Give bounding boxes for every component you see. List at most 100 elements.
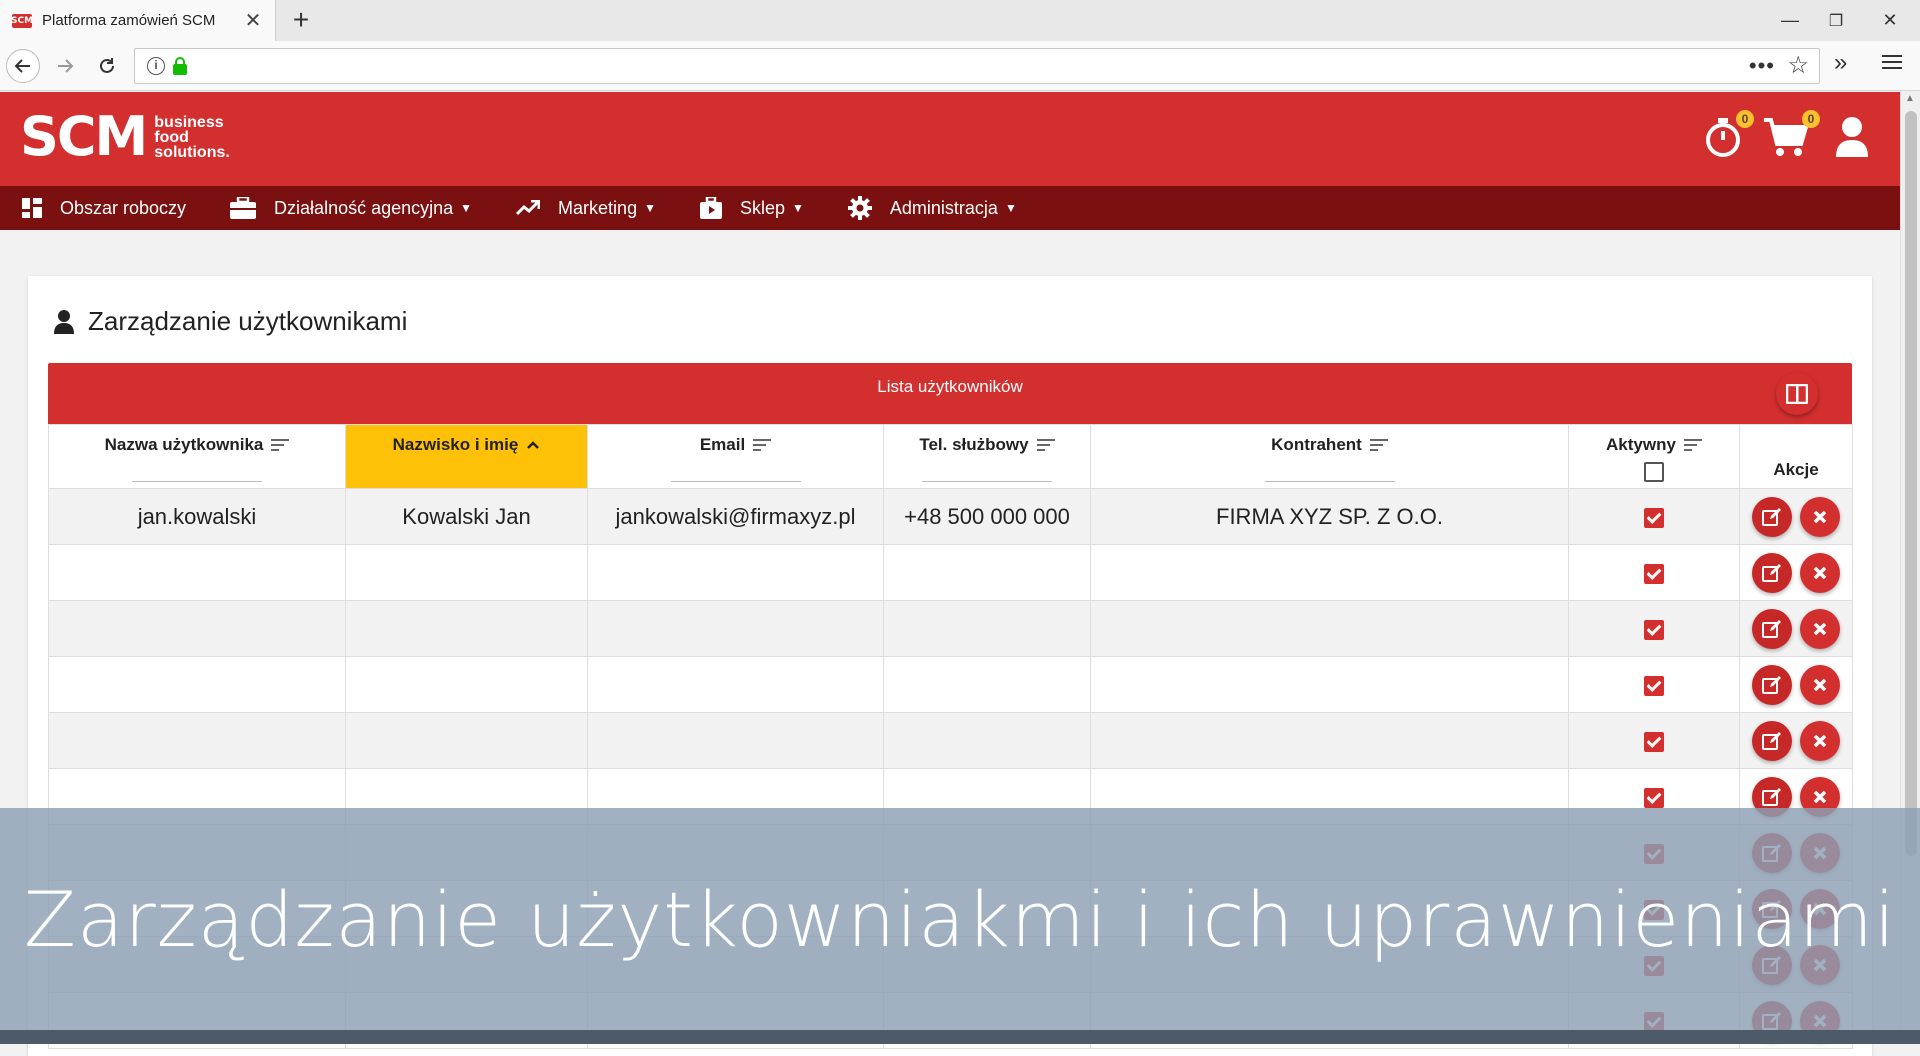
column-header-email[interactable]: Email: [587, 424, 884, 489]
page-actions-icon[interactable]: •••: [1749, 53, 1775, 79]
table-row[interactable]: [48, 656, 1853, 713]
user-icon: [54, 309, 74, 334]
maximize-icon: ❐: [1828, 12, 1844, 30]
cell-phone: +48 500 000 000: [883, 488, 1091, 545]
filter-input[interactable]: [922, 481, 1052, 482]
edit-button[interactable]: [1752, 552, 1792, 593]
scroll-up-icon[interactable]: ▲: [1905, 93, 1915, 104]
tab-close-icon[interactable]: ✕: [243, 8, 263, 33]
app-header: SCM business food solutions. 0 0: [0, 92, 1900, 186]
edit-icon: [1762, 787, 1781, 806]
tab-title: Platforma zamówień SCM: [42, 12, 216, 29]
info-icon[interactable]: i: [147, 57, 165, 75]
edit-button[interactable]: [1752, 496, 1792, 537]
scm-logo[interactable]: SCM business food solutions.: [20, 110, 230, 164]
reload-icon: [100, 58, 114, 73]
delete-button[interactable]: [1800, 664, 1840, 705]
close-icon: [1813, 734, 1827, 747]
scroll-thumb[interactable]: [1905, 111, 1917, 856]
overflow-menu-icon[interactable]: »: [1834, 49, 1847, 77]
cell-actions: [1739, 600, 1853, 657]
cell-active: [1568, 544, 1740, 601]
edit-button[interactable]: [1752, 664, 1792, 705]
table-row[interactable]: jan.kowalski Kowalski Jan jankowalski@firm…: [48, 488, 1853, 545]
menu-item-agency[interactable]: Działalność agencyjna ▼: [208, 186, 494, 230]
active-checkbox[interactable]: [1644, 563, 1664, 584]
close-icon: [1813, 790, 1827, 803]
cell-active: [1568, 712, 1740, 769]
active-checkbox[interactable]: [1644, 787, 1664, 808]
chevron-down-icon: ▼: [460, 201, 473, 215]
edit-icon: [1762, 675, 1781, 694]
table-row[interactable]: [48, 544, 1853, 601]
column-header-username[interactable]: Nazwa użytkownika: [48, 424, 346, 489]
close-icon: [1813, 678, 1827, 691]
filter-input[interactable]: [670, 481, 801, 482]
chevron-down-icon: ▼: [792, 201, 804, 215]
address-bar[interactable]: i ••• ☆: [134, 48, 1820, 84]
active-filter-checkbox[interactable]: [1644, 461, 1664, 482]
briefcase-icon: [230, 197, 257, 219]
cell-company: [1090, 600, 1569, 657]
filter-input[interactable]: [1264, 481, 1395, 482]
cell-company: FIRMA XYZ SP. Z O.O.: [1090, 488, 1569, 545]
cart-badge: 0: [1802, 110, 1820, 128]
active-checkbox[interactable]: [1644, 507, 1664, 528]
delete-button[interactable]: [1800, 608, 1840, 649]
menu-item-shop[interactable]: Sklep ▼: [678, 186, 826, 230]
cell-name: [345, 656, 588, 713]
active-checkbox[interactable]: [1644, 619, 1664, 640]
active-checkbox[interactable]: [1644, 731, 1664, 752]
menu-item-admin[interactable]: Administracja ▼: [826, 186, 1039, 230]
column-header-company[interactable]: Kontrahent: [1090, 424, 1569, 489]
maximize-button[interactable]: ❐: [1808, 0, 1864, 41]
cell-name: [345, 600, 588, 657]
delete-button[interactable]: [1800, 552, 1840, 593]
column-toggle-button[interactable]: [1776, 373, 1818, 415]
column-header-active[interactable]: Aktywny: [1568, 424, 1740, 489]
bookmark-star-icon[interactable]: ☆: [1787, 51, 1809, 80]
cell-phone: [883, 600, 1091, 657]
menu-item-marketing[interactable]: Marketing ▼: [494, 186, 678, 230]
reload-button[interactable]: [90, 49, 124, 83]
timer-badge: 0: [1736, 110, 1754, 128]
gear-icon: [847, 196, 872, 220]
delete-button[interactable]: [1800, 496, 1840, 537]
browser-tab[interactable]: SCM Platforma zamówień SCM ✕: [0, 0, 276, 41]
cell-active: [1568, 656, 1740, 713]
menu-item-workspace[interactable]: Obszar roboczy: [0, 186, 208, 230]
close-icon: ✕: [1882, 10, 1898, 30]
hamburger-menu-icon[interactable]: [1882, 51, 1902, 73]
cell-username: [48, 656, 346, 713]
close-icon: [1813, 510, 1827, 523]
chevron-down-icon: ▼: [1004, 201, 1017, 215]
sort-icon: [1683, 436, 1702, 454]
back-button[interactable]: [6, 49, 40, 83]
active-checkbox[interactable]: [1644, 675, 1664, 696]
cell-email: jankowalski@firmaxyz.pl: [587, 488, 884, 545]
delete-button[interactable]: [1800, 720, 1840, 761]
lock-icon: [173, 57, 187, 75]
forward-button[interactable]: [48, 49, 82, 83]
browser-tab-bar: SCM Platforma zamówień SCM ✕ + — ❐ ✕: [0, 0, 1920, 41]
timer-button[interactable]: 0: [1704, 110, 1754, 163]
cell-name: [345, 712, 588, 769]
column-header-phone[interactable]: Tel. służbowy: [883, 424, 1091, 489]
user-profile-button[interactable]: [1834, 116, 1870, 163]
menu-item-label: Administracja: [889, 197, 998, 218]
filter-input[interactable]: [132, 481, 262, 482]
cell-username: jan.kowalski: [48, 488, 346, 545]
chevron-down-icon: ▼: [644, 201, 656, 215]
table-row[interactable]: [48, 712, 1853, 769]
edit-button[interactable]: [1752, 608, 1792, 649]
edit-button[interactable]: [1752, 720, 1792, 761]
cell-actions: [1739, 544, 1853, 601]
cell-actions: [1739, 488, 1853, 545]
edit-icon: [1762, 731, 1781, 750]
cell-email: [587, 600, 884, 657]
table-row[interactable]: [48, 600, 1853, 657]
close-window-button[interactable]: ✕: [1862, 0, 1918, 41]
cart-button[interactable]: 0: [1762, 110, 1820, 163]
new-tab-button[interactable]: +: [286, 4, 316, 36]
column-header-name[interactable]: Nazwisko i imię: [345, 424, 588, 489]
